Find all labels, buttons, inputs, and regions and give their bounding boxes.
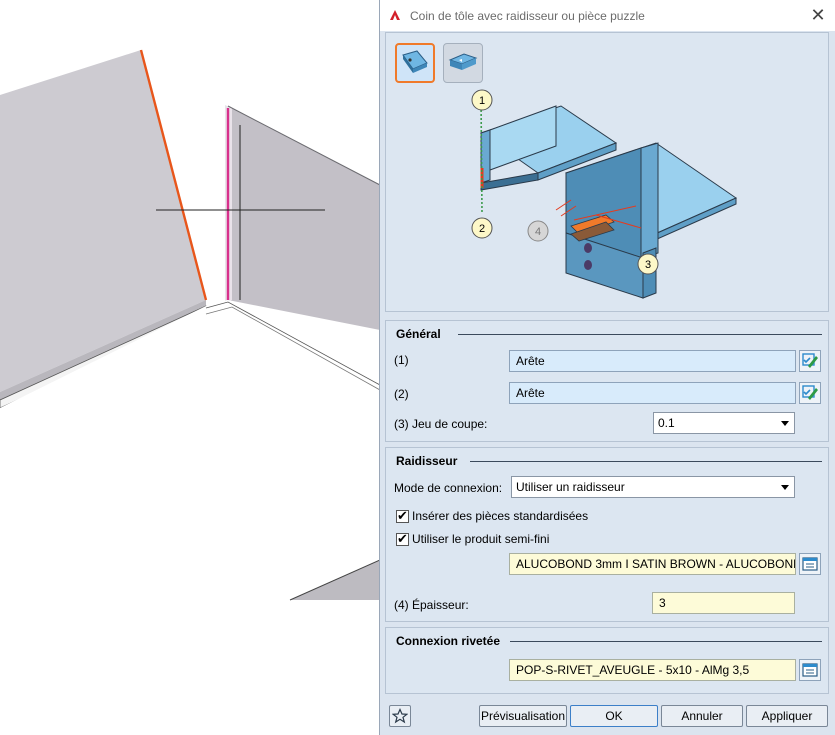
app-logo-icon xyxy=(388,8,402,22)
svg-text:1: 1 xyxy=(479,95,485,107)
rivet-field[interactable]: POP-S-RIVET_AVEUGLE - 5x10 - AlMg 3,5 xyxy=(509,659,796,681)
insert-standard-parts-label: Insérer des pièces standardisées xyxy=(412,509,589,523)
use-semi-finished-checkbox[interactable]: ✔ xyxy=(396,531,409,546)
checkmark-icon: ✔ xyxy=(397,508,408,523)
thickness-field[interactable]: 3 xyxy=(652,592,795,614)
3d-viewport[interactable] xyxy=(0,0,380,735)
checkmark-icon: ✔ xyxy=(397,531,408,546)
gap-value: 0.1 xyxy=(658,416,675,430)
use-semi-finished-label: Utiliser le produit semi-fini xyxy=(412,532,550,546)
connection-mode-select[interactable]: Utiliser un raidisseur xyxy=(511,476,795,498)
edge1-label: (1) xyxy=(394,353,409,367)
callout-4: 4 xyxy=(527,220,549,242)
browse-rivet-button[interactable] xyxy=(799,659,821,681)
general-heading: Général xyxy=(396,327,441,341)
dialog-title: Coin de tôle avec raidisseur ou pièce pu… xyxy=(410,9,645,23)
edge2-field[interactable]: Arête xyxy=(509,382,796,404)
chevron-down-icon xyxy=(781,485,789,490)
callout-1: 1 xyxy=(471,89,493,111)
close-icon[interactable]: ✕ xyxy=(806,4,830,26)
star-icon xyxy=(391,708,409,724)
stiffener-section: Raidisseur Mode de connexion: Utiliser u… xyxy=(385,447,829,622)
catalog-list-icon xyxy=(802,557,818,571)
stiffener-divider xyxy=(470,461,822,462)
edge1-field[interactable]: Arête xyxy=(509,350,796,372)
catalog-list-icon xyxy=(802,663,818,677)
dialog-titlebar[interactable]: Coin de tôle avec raidisseur ou pièce pu… xyxy=(380,0,835,31)
general-divider xyxy=(458,334,822,335)
sheet-corner-tool-button[interactable] xyxy=(395,43,435,83)
svg-text:4: 4 xyxy=(535,226,541,238)
pick-pencil-icon xyxy=(802,385,818,400)
stiffener-preview-illustration: 1 2 3 4 xyxy=(471,89,738,299)
favorites-button[interactable] xyxy=(389,705,411,727)
gap-label: (3) Jeu de coupe: xyxy=(394,417,488,431)
rivet-section: Connexion rivetée POP-S-RIVET_AVEUGLE - … xyxy=(385,627,829,694)
general-section: Général (1) Arête (2) Arête (3) Jeu de c… xyxy=(385,320,829,442)
dialog-footer: Prévisualisation OK Annuler Appliquer xyxy=(385,701,829,733)
pick-edge1-button[interactable] xyxy=(799,350,821,372)
rivet-heading: Connexion rivetée xyxy=(396,634,501,648)
connection-mode-value: Utiliser un raidisseur xyxy=(516,480,625,494)
chevron-down-icon xyxy=(781,421,789,426)
edge2-label: (2) xyxy=(394,387,409,401)
thickness-label: (4) Épaisseur: xyxy=(394,598,469,612)
svg-text:2: 2 xyxy=(479,223,485,235)
puzzle-piece-tool-icon xyxy=(448,53,478,70)
model-view xyxy=(0,49,380,601)
connection-mode-label: Mode de connexion: xyxy=(394,481,503,495)
puzzle-piece-tool-button[interactable] xyxy=(443,43,483,83)
semi-finished-product-field[interactable]: ALUCOBOND 3mm I SATIN BROWN - ALUCOBOND … xyxy=(509,553,796,575)
apply-button[interactable]: Appliquer xyxy=(746,705,828,727)
callout-2: 2 xyxy=(471,217,493,239)
svg-text:3: 3 xyxy=(645,259,651,271)
preview-button[interactable]: Prévisualisation xyxy=(479,705,567,727)
right-sheet-face xyxy=(228,106,380,330)
stiffener-heading: Raidisseur xyxy=(396,454,458,468)
sheet-corner-tool-icon xyxy=(402,50,428,73)
pick-edge2-button[interactable] xyxy=(799,382,821,404)
callout-3: 3 xyxy=(637,253,659,275)
rivet-divider xyxy=(510,641,822,642)
browse-semi-finished-button[interactable] xyxy=(799,553,821,575)
gap-combo[interactable]: 0.1 xyxy=(653,412,795,434)
pick-pencil-icon xyxy=(802,353,818,368)
sheet-corner-dialog: Coin de tôle avec raidisseur ou pièce pu… xyxy=(379,0,835,735)
cancel-button[interactable]: Annuler xyxy=(661,705,743,727)
ok-button[interactable]: OK xyxy=(570,705,658,727)
insert-standard-parts-checkbox[interactable]: ✔ xyxy=(396,508,409,523)
preview-panel: 1 2 3 4 xyxy=(385,32,829,312)
